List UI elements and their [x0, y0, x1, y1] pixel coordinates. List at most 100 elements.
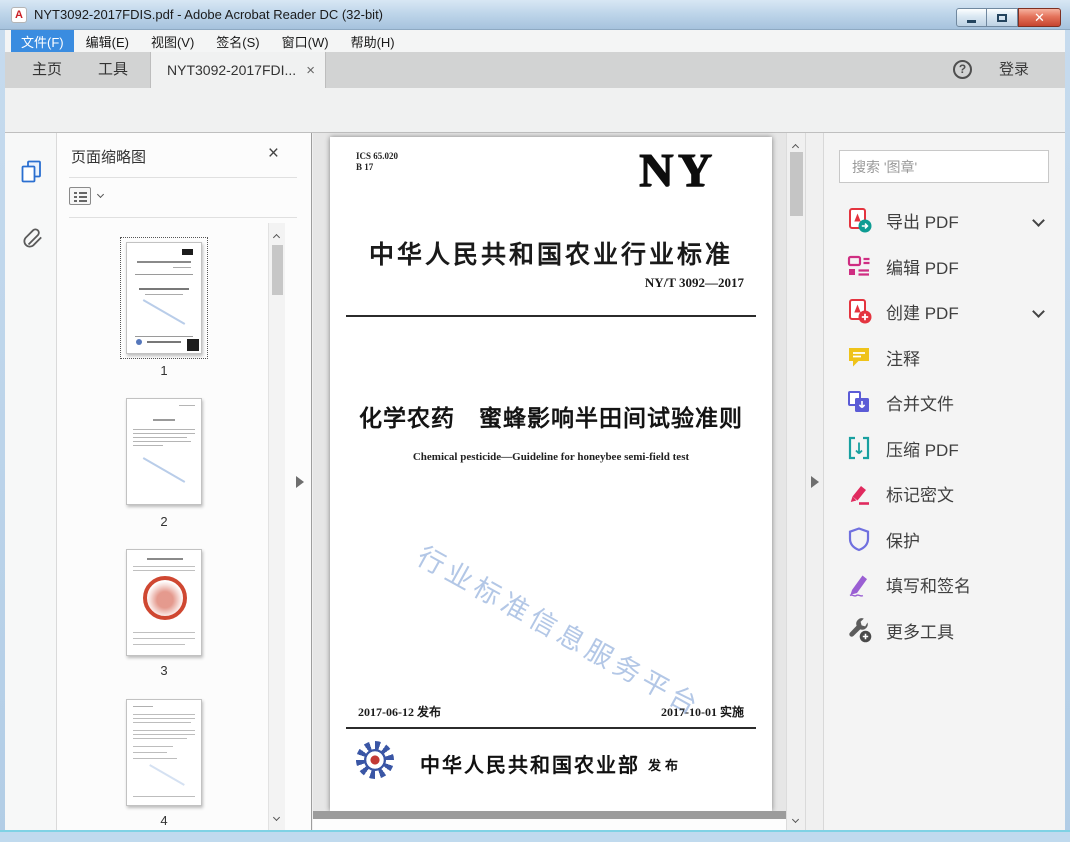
tool-label: 编辑 PDF — [886, 258, 959, 278]
menu-edit[interactable]: 编辑(E) — [76, 30, 139, 53]
thumbnail-page-4[interactable] — [126, 699, 202, 806]
window-title: NYT3092-2017FDIS.pdf - Adobe Acrobat Rea… — [34, 7, 384, 22]
panel-title: 页面缩略图 — [71, 149, 147, 166]
scroll-up-icon[interactable] — [791, 143, 800, 152]
page-rule — [346, 727, 756, 729]
minimize-button[interactable] — [956, 8, 987, 27]
tool-more-tools[interactable]: 更多工具 — [824, 607, 1065, 653]
pdf-page-2-top — [313, 819, 786, 830]
tool-create-pdf[interactable]: 创建 PDF — [824, 288, 1065, 334]
thumb-text-line — [133, 734, 195, 735]
tab-close-icon[interactable]: × — [306, 62, 315, 79]
tab-home[interactable]: 主页 — [19, 52, 75, 88]
tool-fill-sign[interactable]: 填写和签名 — [824, 561, 1065, 607]
fill-sign-icon — [849, 575, 867, 597]
thumb-text-line — [133, 706, 153, 707]
scroll-down-icon[interactable] — [272, 813, 281, 822]
compress-pdf-icon — [848, 436, 870, 460]
menu-view[interactable]: 视图(V) — [141, 30, 204, 53]
tab-document[interactable]: NYT3092-2017FDI... × — [150, 52, 326, 88]
left-panel-expand-handle[interactable] — [296, 476, 304, 488]
thumb-text-line — [153, 419, 175, 421]
menu-help[interactable]: 帮助(H) — [341, 30, 405, 53]
tool-comment[interactable]: 注释 — [824, 334, 1065, 380]
maximize-button[interactable] — [987, 8, 1018, 27]
attachments-rail-button[interactable] — [21, 225, 43, 249]
navigation-rail — [5, 133, 57, 830]
content-area: 页面缩略图 × 1 2 3 4 ICS 65.020 B 17 NY 中华人民共… — [5, 133, 1065, 830]
comment-icon — [849, 348, 869, 367]
tab-document-label: NYT3092-2017FDI... — [167, 62, 297, 78]
close-button[interactable]: ✕ — [1018, 8, 1061, 27]
tool-combine-files[interactable]: 合并文件 — [824, 379, 1065, 425]
window-border-left — [0, 30, 5, 842]
thumbnail-panel-scrollbar[interactable] — [268, 223, 285, 830]
menu-bar: 文件(F) 编辑(E) 视图(V) 签名(S) 窗口(W) 帮助(H) — [5, 29, 1065, 53]
help-icon[interactable]: ? — [953, 60, 972, 79]
scroll-up-icon[interactable] — [272, 233, 281, 242]
scrollbar-thumb[interactable] — [790, 152, 803, 216]
options-list-icon — [69, 187, 91, 205]
thumb-watermark — [142, 457, 186, 483]
tool-protect[interactable]: 保护 — [824, 516, 1065, 562]
thumbnail-label: 3 — [160, 663, 168, 678]
tab-bar: 主页 工具 NYT3092-2017FDI... × ? 登录 — [5, 52, 1065, 88]
acrobat-reader-window: A NYT3092-2017FDIS.pdf - Adobe Acrobat R… — [0, 0, 1070, 842]
tool-redact[interactable]: 标记密文 — [824, 470, 1065, 516]
menu-file[interactable]: 文件(F) — [11, 29, 74, 53]
thumbnail-page-3[interactable] — [126, 549, 202, 656]
tool-label: 导出 PDF — [886, 212, 959, 232]
menu-sign[interactable]: 签名(S) — [206, 30, 269, 53]
thumb-text-line — [133, 437, 187, 438]
thumb-ny-logo — [182, 249, 193, 255]
thumb-text-line — [133, 566, 195, 567]
thumb-text-line — [147, 341, 181, 343]
document-pane: ICS 65.020 B 17 NY 中华人民共和国农业行业标准 NY/T 30… — [313, 133, 805, 830]
tool-compress-pdf[interactable]: 压缩 PDF — [824, 425, 1065, 471]
tab-tools[interactable]: 工具 — [85, 52, 141, 88]
thumb-text-line — [133, 632, 195, 633]
thumb-watermark — [149, 764, 185, 786]
thumb-text-line — [179, 405, 195, 406]
thumbnail-resize-handle[interactable] — [187, 339, 199, 351]
chevron-down-icon — [1032, 304, 1045, 318]
tool-label: 标记密文 — [886, 485, 954, 505]
thumb-text-line — [147, 558, 183, 560]
thumb-text-line — [133, 445, 163, 446]
menu-window[interactable]: 窗口(W) — [272, 30, 339, 53]
page-thumbnails-panel: 页面缩略图 × 1 2 3 4 — [57, 133, 312, 830]
standard-heading: 中华人民共和国农业行业标准 — [368, 242, 733, 269]
tool-edit-pdf[interactable]: 编辑 PDF — [824, 243, 1065, 289]
thumb-rule-line — [135, 274, 193, 275]
thumbnail-label: 1 — [160, 363, 168, 378]
thumb-text-line — [133, 738, 187, 739]
thumbnail-page-1[interactable] — [126, 242, 202, 354]
ny-logo: NY — [638, 144, 716, 197]
thumbnail-page-2[interactable] — [126, 398, 202, 505]
document-title-cn: 化学农药 蜜蜂影响半田间试验准则 — [359, 406, 743, 431]
thumbnail-label: 4 — [160, 813, 168, 828]
tool-export-pdf[interactable]: 导出 PDF — [824, 197, 1065, 243]
page-rule — [346, 315, 756, 317]
more-tools-wrench-icon — [849, 618, 872, 643]
scroll-down-icon[interactable] — [791, 815, 800, 824]
tools-search-input[interactable] — [839, 150, 1049, 183]
page-thumbnails-rail-button[interactable] — [19, 159, 44, 184]
panel-close-icon[interactable]: × — [268, 143, 279, 165]
main-toolbar: / 12 52.4% — [5, 88, 1065, 214]
panel-divider — [69, 217, 297, 218]
thumbnail-options-button[interactable] — [69, 187, 105, 205]
acrobat-app-icon[interactable]: A — [11, 7, 27, 23]
thumb-text-line — [133, 429, 195, 430]
thumb-text-line — [133, 758, 177, 759]
login-button[interactable]: 登录 — [999, 52, 1029, 88]
right-panel-expand-handle[interactable] — [811, 476, 819, 488]
thumb-text-line — [133, 638, 195, 639]
document-scrollbar[interactable] — [786, 133, 805, 830]
thumb-text-line — [145, 294, 183, 295]
implement-date: 2017-10-01 实施 — [661, 705, 744, 719]
scrollbar-thumb[interactable] — [272, 245, 283, 295]
thumb-text-line — [133, 752, 167, 753]
tool-label: 更多工具 — [886, 622, 954, 642]
title-bar[interactable]: A NYT3092-2017FDIS.pdf - Adobe Acrobat R… — [0, 0, 1070, 30]
